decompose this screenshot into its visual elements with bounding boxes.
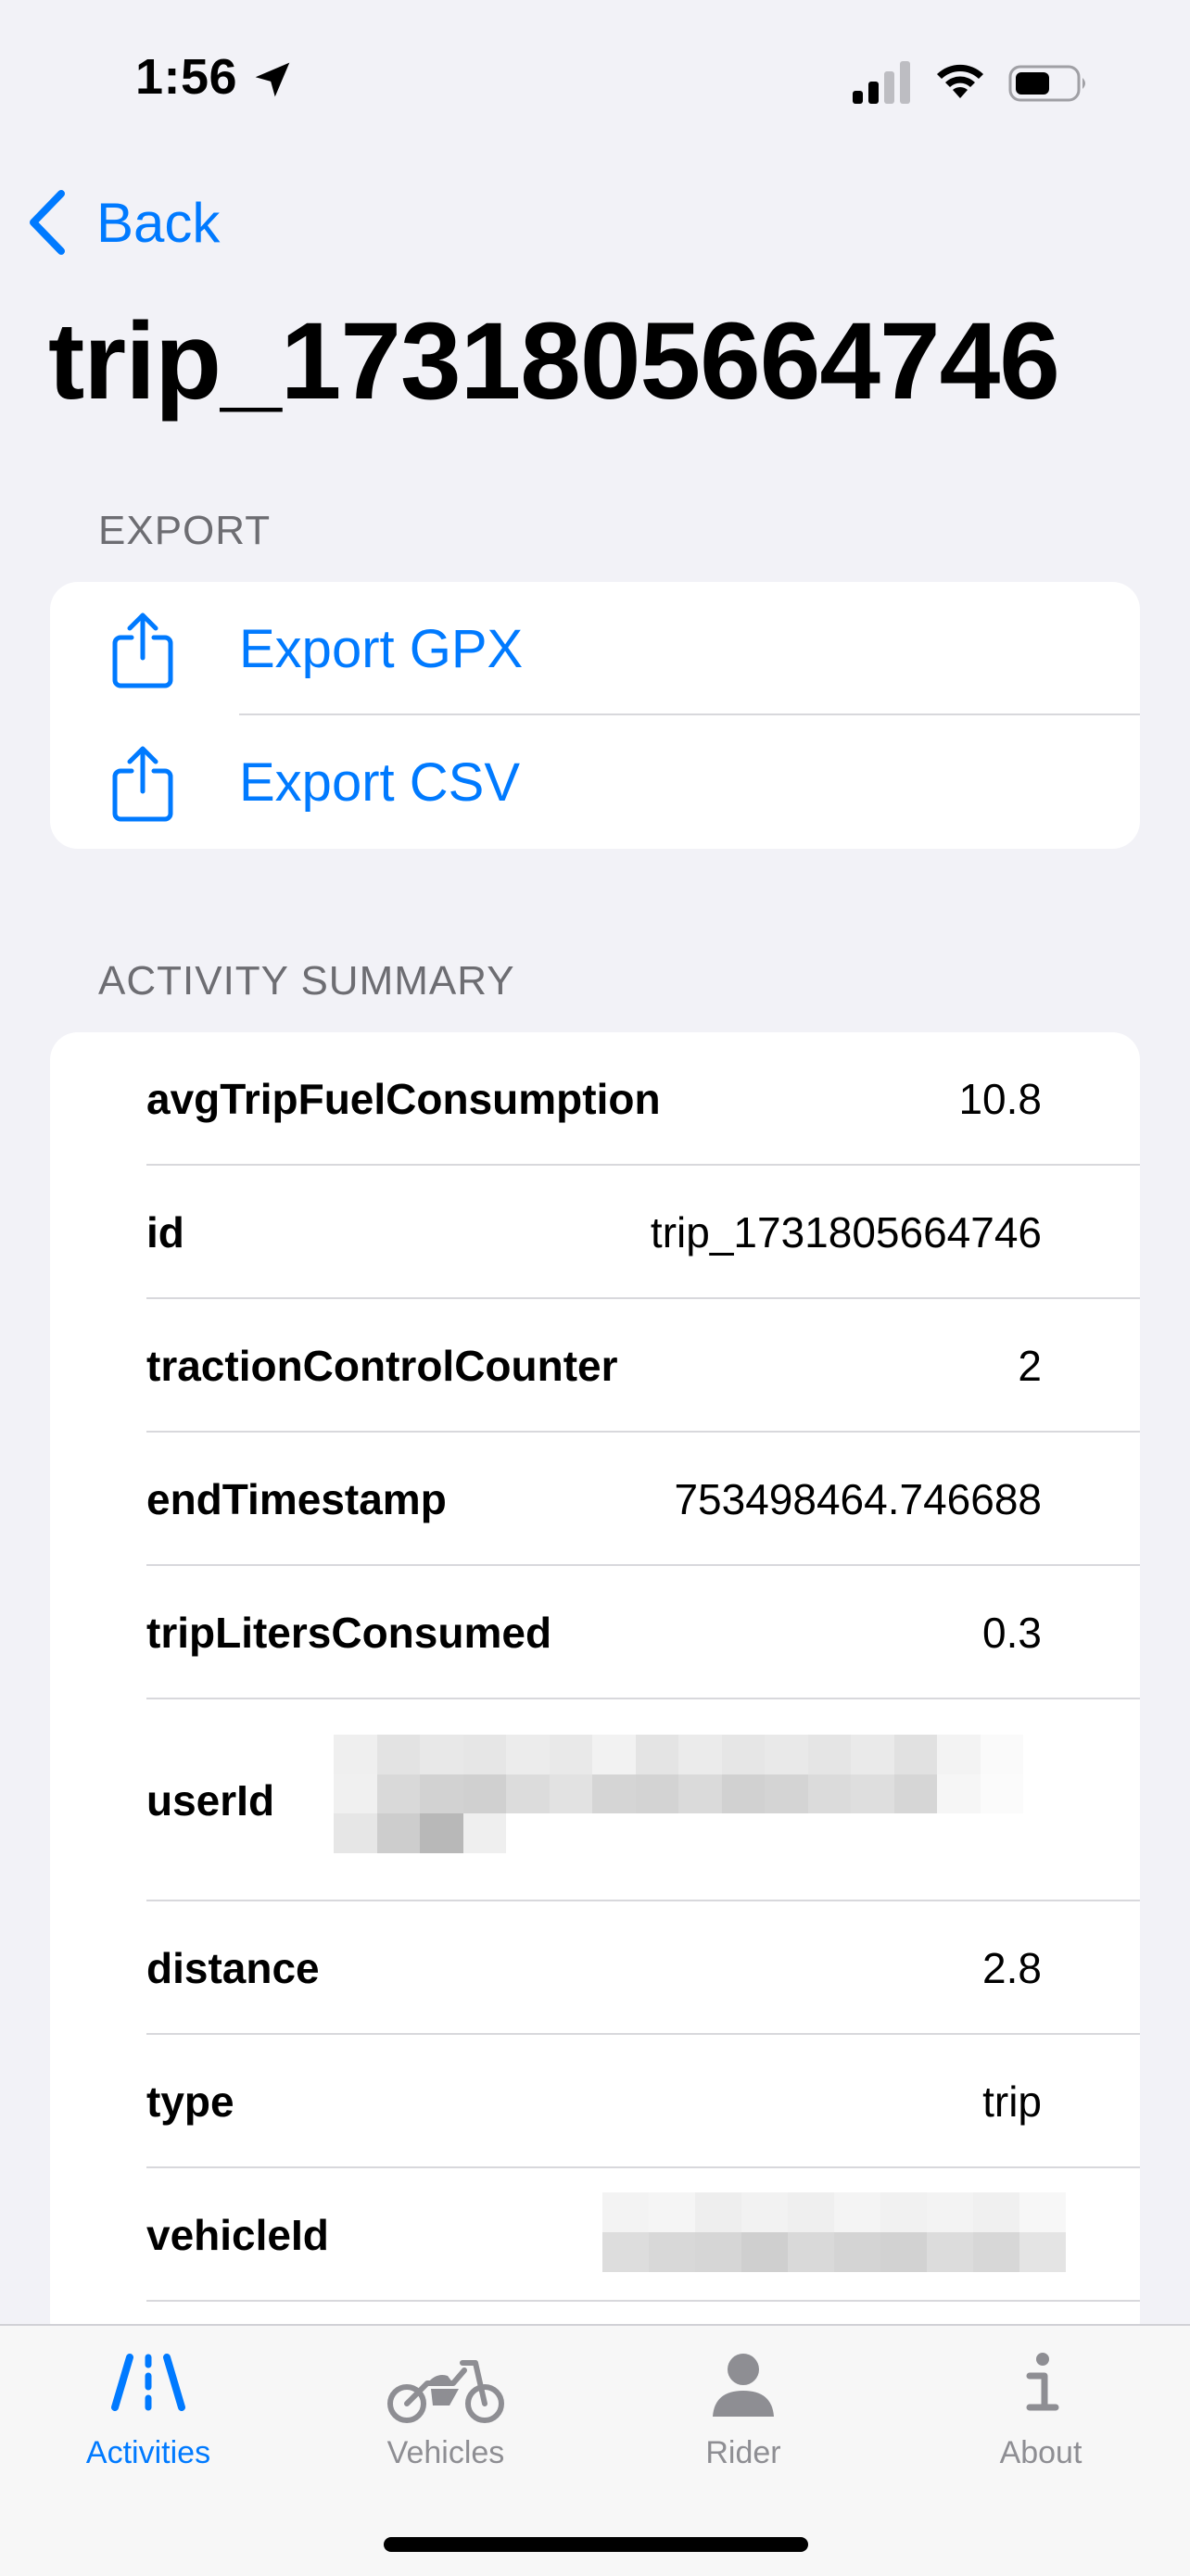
chevron-left-icon [30, 190, 65, 255]
row-value: trip_1731805664746 [650, 1208, 1042, 1256]
row-key: tractionControlCounter [146, 1342, 618, 1390]
summary-row-user-id: userId [50, 1699, 1140, 1901]
battery-icon [1008, 65, 1085, 102]
home-indicator[interactable] [384, 2537, 808, 2552]
redacted-user-id [334, 1735, 1023, 1853]
person-icon [713, 2354, 774, 2417]
summary-row-traction-control-counter: tractionControlCounter 2 [50, 1299, 1140, 1433]
row-key: vehicleId [146, 2211, 329, 2259]
export-csv-label: Export CSV [239, 751, 520, 813]
summary-row-end-timestamp: endTimestamp 753498464.746688 [50, 1433, 1140, 1566]
tab-label: About [999, 2435, 1082, 2470]
cellular-signal-icon [853, 61, 910, 104]
row-key: avgTripFuelConsumption [146, 1075, 661, 1123]
row-key: type [146, 2077, 234, 2126]
tab-label: Vehicles [386, 2435, 505, 2470]
status-bar: 1:56 [0, 0, 1190, 167]
activities-icon [111, 2354, 185, 2411]
summary-row-type: type trip [50, 2035, 1140, 2168]
row-value: trip [982, 2077, 1042, 2126]
summary-card: avgTripFuelConsumption 10.8 id trip_1731… [50, 1032, 1140, 2348]
summary-row-id: id trip_1731805664746 [50, 1166, 1140, 1299]
tab-rider[interactable]: Rider [595, 2326, 892, 2511]
location-arrow-icon [255, 62, 290, 97]
divider [146, 2300, 1140, 2302]
tab-activities[interactable]: Activities [0, 2326, 297, 2511]
summary-row-vehicle-id: vehicleId [50, 2168, 1140, 2302]
row-key: userId [146, 1776, 275, 1825]
motorcycle-icon [387, 2360, 504, 2423]
summary-row-avg-trip-fuel-consumption: avgTripFuelConsumption 10.8 [50, 1032, 1140, 1166]
row-key: endTimestamp [146, 1475, 447, 1523]
export-section-header: EXPORT [98, 508, 272, 553]
page-title: trip_1731805664746 [48, 300, 1060, 423]
tab-about[interactable]: About [892, 2326, 1189, 2511]
summary-row-distance: distance 2.8 [50, 1901, 1140, 2035]
export-csv-button[interactable]: Export CSV [50, 715, 1140, 849]
back-label: Back [96, 191, 221, 254]
tab-label: Rider [705, 2435, 781, 2470]
tab-vehicles[interactable]: Vehicles [298, 2326, 594, 2511]
redacted-vehicle-id [602, 2192, 1066, 2272]
row-value: 753498464.746688 [674, 1475, 1042, 1523]
share-icon [112, 746, 173, 822]
row-key: tripLitersConsumed [146, 1609, 552, 1657]
summary-section-header: ACTIVITY SUMMARY [98, 958, 515, 1004]
row-key: distance [146, 1944, 320, 1992]
row-value: 0.3 [982, 1609, 1042, 1657]
share-icon [112, 612, 173, 688]
row-value: 2 [1018, 1342, 1042, 1390]
row-value: 10.8 [958, 1075, 1042, 1123]
tab-label: Activities [85, 2435, 211, 2470]
back-button[interactable]: Back [26, 183, 220, 261]
export-card: Export GPX Export CSV [50, 582, 1140, 849]
info-icon [1026, 2353, 1059, 2411]
wifi-icon [937, 64, 983, 98]
export-gpx-label: Export GPX [239, 618, 524, 679]
export-gpx-button[interactable]: Export GPX [50, 582, 1140, 715]
status-time: 1:56 [135, 49, 238, 105]
row-value: 2.8 [982, 1944, 1042, 1992]
summary-row-trip-liters-consumed: tripLitersConsumed 0.3 [50, 1566, 1140, 1699]
row-key: id [146, 1208, 184, 1256]
